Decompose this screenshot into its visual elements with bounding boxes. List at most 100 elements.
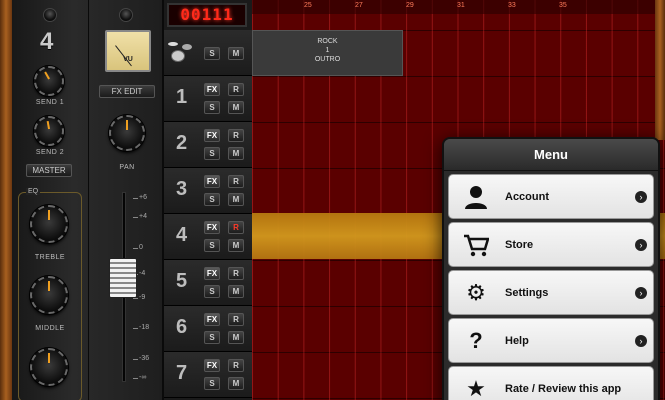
- track-fx-button[interactable]: FX: [204, 359, 220, 372]
- region-variation: 1: [325, 47, 330, 54]
- send-2-knob[interactable]: [34, 116, 64, 146]
- menu-item-store[interactable]: Store ›: [448, 222, 654, 267]
- bar-number: 29: [406, 2, 414, 9]
- bar-ruler[interactable]: 25 27 29 31 33 35: [252, 0, 665, 14]
- track-solo-button[interactable]: S: [204, 193, 220, 206]
- track-record-button[interactable]: R: [228, 267, 244, 280]
- master-button[interactable]: MASTER: [26, 164, 72, 177]
- fader-scale-mark: +4: [139, 213, 147, 220]
- menu-item-settings[interactable]: ⚙ Settings ›: [448, 270, 654, 315]
- fader-scale-mark: -9: [139, 294, 146, 301]
- drum-track-header[interactable]: S M: [164, 30, 252, 76]
- bar-number: 31: [457, 2, 465, 9]
- track-header-4[interactable]: 4 FX R S M: [164, 214, 252, 260]
- track-record-button[interactable]: R: [228, 129, 244, 142]
- track-header-1[interactable]: 1 FX R S M: [164, 76, 252, 122]
- track-fx-button[interactable]: FX: [204, 313, 220, 326]
- track-record-button[interactable]: R: [228, 313, 244, 326]
- middle-label: MIDDLE: [35, 325, 65, 332]
- menu-item-account[interactable]: Account ›: [448, 174, 654, 219]
- vu-label: VU: [123, 56, 133, 63]
- question-icon: ?: [469, 328, 483, 353]
- channel-mixer: 4 SEND 1 SEND 2 MASTER EQ TREBLE MIDDLE …: [12, 0, 164, 400]
- drum-pattern-region[interactable]: ROCK 1 OUTRO: [252, 30, 403, 76]
- track-header-7[interactable]: 7 FX R S M: [164, 352, 252, 398]
- drum-mute-button[interactable]: M: [228, 47, 244, 60]
- track-mute-button[interactable]: M: [228, 147, 244, 160]
- send-2-label: SEND 2: [35, 149, 65, 156]
- track-solo-button[interactable]: S: [204, 331, 220, 344]
- drum-kit-icon: [168, 38, 196, 66]
- chevron-right-icon: ›: [635, 335, 647, 347]
- track-number: 4: [176, 224, 188, 246]
- track-fx-button[interactable]: FX: [204, 83, 220, 96]
- channel-strip-fader: VU FX EDIT PAN +6 +4 0 -4 -9 -18 -36 -∞: [89, 0, 164, 400]
- menu-item-label: Help: [505, 335, 529, 347]
- fx-edit-button[interactable]: FX EDIT: [99, 85, 155, 98]
- track-mute-button[interactable]: M: [228, 101, 244, 114]
- fader-scale-mark: -4: [139, 270, 146, 277]
- fader-scale-mark: +6: [139, 194, 147, 201]
- menu-list: Account › Store › ⚙ Settings › ? Help › …: [444, 171, 658, 400]
- wood-side-panel-right: [655, 0, 665, 140]
- track-record-button[interactable]: R: [228, 175, 244, 188]
- send-1-label: SEND 1: [35, 99, 65, 106]
- menu-title: Menu: [444, 139, 658, 171]
- track-mute-button[interactable]: M: [228, 377, 244, 390]
- region-style: ROCK: [317, 38, 338, 45]
- track-fx-button[interactable]: FX: [204, 129, 220, 142]
- treble-label: TREBLE: [34, 254, 66, 261]
- track-fx-button[interactable]: FX: [204, 267, 220, 280]
- person-icon: [463, 184, 489, 210]
- drum-solo-button[interactable]: S: [204, 47, 220, 60]
- track-number: 5: [176, 270, 188, 292]
- channel-strip-sends: 4 SEND 1 SEND 2 MASTER EQ TREBLE MIDDLE: [12, 0, 89, 400]
- send-1-knob[interactable]: [34, 66, 64, 96]
- track-solo-button[interactable]: S: [204, 377, 220, 390]
- track-number: 3: [176, 178, 188, 200]
- track-solo-button[interactable]: S: [204, 101, 220, 114]
- track-record-button[interactable]: R: [228, 221, 244, 234]
- treble-knob[interactable]: [30, 205, 68, 243]
- bar-number: 27: [355, 2, 363, 9]
- track-header-3[interactable]: 3 FX R S M: [164, 168, 252, 214]
- gear-icon: ⚙: [466, 280, 486, 305]
- menu-item-label: Rate / Review this app: [505, 383, 622, 395]
- track-header-2[interactable]: 2 FX R S M: [164, 122, 252, 168]
- bar-number: 25: [304, 2, 312, 9]
- pan-knob[interactable]: [109, 115, 145, 151]
- menu-item-rate-review[interactable]: ★ Rate / Review this app: [448, 366, 654, 400]
- track-solo-button[interactable]: S: [204, 239, 220, 252]
- middle-knob[interactable]: [30, 276, 68, 314]
- bass-knob[interactable]: [30, 348, 68, 386]
- track-fx-button[interactable]: FX: [204, 221, 220, 234]
- menu-item-label: Account: [505, 191, 549, 203]
- position-counter: 00111: [167, 3, 247, 27]
- track-record-button[interactable]: R: [228, 359, 244, 372]
- track-header-6[interactable]: 6 FX R S M: [164, 306, 252, 352]
- menu-item-help[interactable]: ? Help ›: [448, 318, 654, 363]
- chevron-right-icon: ›: [635, 287, 647, 299]
- menu-popover: Menu Account › Store › ⚙ Settings › ? He…: [442, 137, 660, 400]
- track-number: 1: [176, 86, 188, 108]
- track-fx-button[interactable]: FX: [204, 175, 220, 188]
- output-jack-icon: [119, 8, 133, 22]
- track-solo-button[interactable]: S: [204, 285, 220, 298]
- track-header-5[interactable]: 5 FX R S M: [164, 260, 252, 306]
- chevron-right-icon: ›: [635, 191, 647, 203]
- bar-number: 33: [508, 2, 516, 9]
- input-jack-icon: [43, 8, 57, 22]
- fader-scale-mark: -∞: [139, 374, 147, 381]
- track-mute-button[interactable]: M: [228, 285, 244, 298]
- track-mute-button[interactable]: M: [228, 239, 244, 252]
- channel-number: 4: [40, 28, 54, 55]
- track-solo-button[interactable]: S: [204, 147, 220, 160]
- fader-scale-mark: -36: [139, 355, 150, 362]
- track-record-button[interactable]: R: [228, 83, 244, 96]
- track-mute-button[interactable]: M: [228, 193, 244, 206]
- track-number: 7: [176, 362, 188, 384]
- track-number: 6: [176, 316, 188, 338]
- cart-icon: [463, 232, 490, 258]
- track-mute-button[interactable]: M: [228, 331, 244, 344]
- volume-fader-handle[interactable]: [109, 258, 137, 298]
